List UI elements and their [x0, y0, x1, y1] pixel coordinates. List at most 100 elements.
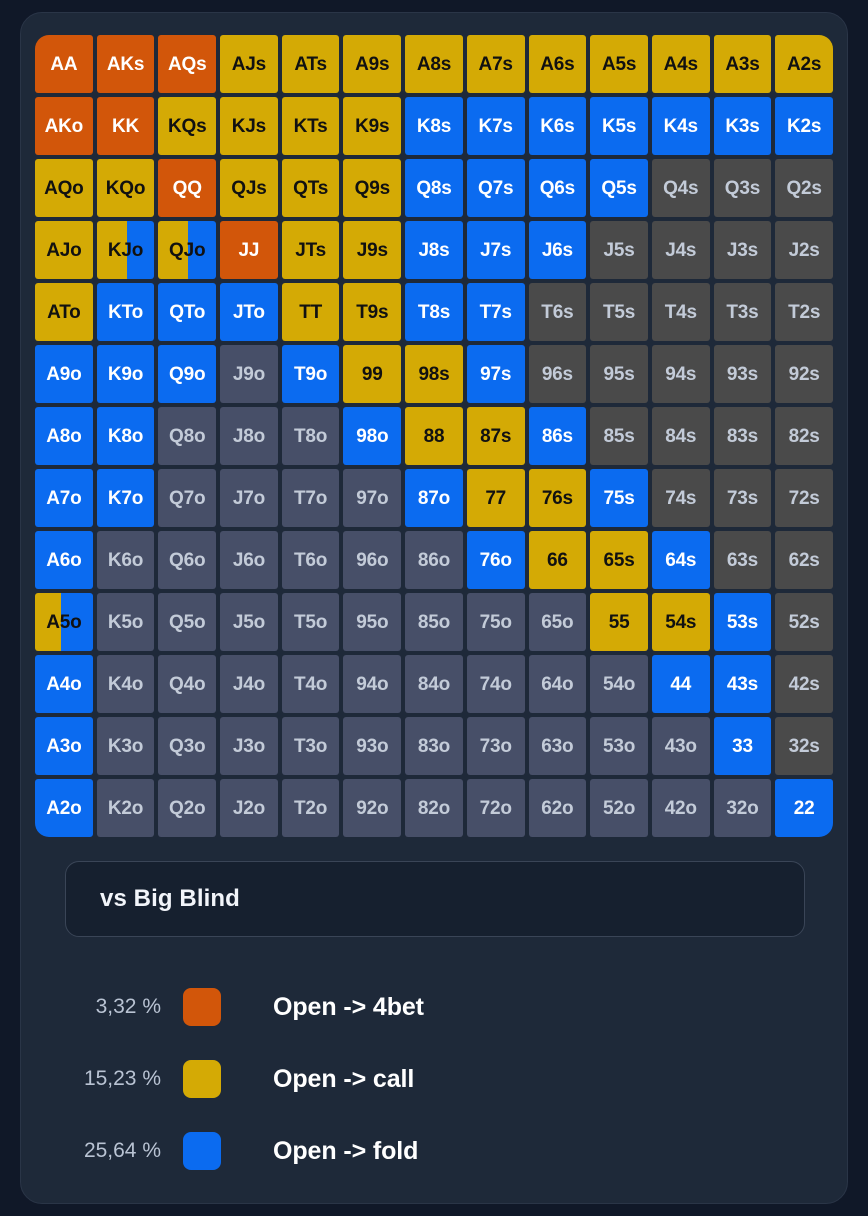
range-cell-T6o[interactable]: T6o [281, 531, 340, 589]
range-cell-J8s[interactable]: J8s [405, 221, 463, 279]
range-cell-T7s[interactable]: T7s [466, 283, 525, 341]
range-cell-J7s[interactable]: J7s [466, 221, 525, 279]
range-cell-54o[interactable]: 54o [590, 655, 648, 713]
range-cell-J6o[interactable]: J6o [220, 531, 278, 589]
range-cell-63o[interactable]: 63o [528, 717, 587, 775]
range-cell-43o[interactable]: 43o [651, 717, 710, 775]
range-cell-T6s[interactable]: T6s [528, 283, 587, 341]
range-cell-KJs[interactable]: KJs [220, 97, 278, 155]
range-cell-88[interactable]: 88 [405, 407, 463, 465]
range-cell-83o[interactable]: 83o [405, 717, 463, 775]
range-cell-J7o[interactable]: J7o [220, 469, 278, 527]
range-cell-Q6s[interactable]: Q6s [528, 159, 587, 217]
range-cell-Q8s[interactable]: Q8s [405, 159, 463, 217]
range-cell-A2s[interactable]: A2s [775, 35, 833, 93]
range-cell-T8s[interactable]: T8s [405, 283, 463, 341]
range-cell-K3s[interactable]: K3s [713, 97, 772, 155]
range-cell-54s[interactable]: 54s [651, 593, 710, 651]
range-cell-A4s[interactable]: A4s [651, 35, 710, 93]
range-cell-A4o[interactable]: A4o [35, 655, 93, 713]
range-cell-J4s[interactable]: J4s [651, 221, 710, 279]
poker-range-grid[interactable]: AA AKs AQs AJs ATs A9s A8s A7s A6s A5s A4s A3s A2s AK… [33, 33, 835, 839]
range-cell-T7o[interactable]: T7o [281, 469, 340, 527]
range-cell-JJ[interactable]: JJ [220, 221, 278, 279]
range-cell-73s[interactable]: 73s [713, 469, 772, 527]
range-cell-T5s[interactable]: T5s [590, 283, 648, 341]
range-cell-J9s[interactable]: J9s [343, 221, 402, 279]
range-cell-63s[interactable]: 63s [713, 531, 772, 589]
range-cell-82o[interactable]: 82o [405, 779, 463, 837]
range-cell-J2o[interactable]: J2o [220, 779, 278, 837]
range-cell-64o[interactable]: 64o [528, 655, 587, 713]
range-cell-K6o[interactable]: K6o [96, 531, 155, 589]
range-cell-Q3s[interactable]: Q3s [713, 159, 772, 217]
range-cell-72o[interactable]: 72o [466, 779, 525, 837]
range-cell-32o[interactable]: 32o [713, 779, 772, 837]
range-cell-Q4s[interactable]: Q4s [651, 159, 710, 217]
range-cell-66[interactable]: 66 [528, 531, 587, 589]
range-cell-33[interactable]: 33 [713, 717, 772, 775]
range-cell-T4o[interactable]: T4o [281, 655, 340, 713]
range-cell-J3s[interactable]: J3s [713, 221, 772, 279]
range-cell-ATo[interactable]: ATo [35, 283, 93, 341]
range-cell-AKs[interactable]: AKs [96, 35, 155, 93]
range-cell-K7s[interactable]: K7s [466, 97, 525, 155]
range-cell-75s[interactable]: 75s [590, 469, 648, 527]
range-cell-A8s[interactable]: A8s [405, 35, 463, 93]
range-cell-K5o[interactable]: K5o [96, 593, 155, 651]
range-cell-Q6o[interactable]: Q6o [158, 531, 217, 589]
range-cell-K9o[interactable]: K9o [96, 345, 155, 403]
range-cell-T3s[interactable]: T3s [713, 283, 772, 341]
range-cell-K2o[interactable]: K2o [96, 779, 155, 837]
range-cell-74o[interactable]: 74o [466, 655, 525, 713]
range-cell-83s[interactable]: 83s [713, 407, 772, 465]
range-cell-A5s[interactable]: A5s [590, 35, 648, 93]
range-cell-98s[interactable]: 98s [405, 345, 463, 403]
range-cell-K4o[interactable]: K4o [96, 655, 155, 713]
range-cell-K8s[interactable]: K8s [405, 97, 463, 155]
range-cell-Q9s[interactable]: Q9s [343, 159, 402, 217]
range-cell-T5o[interactable]: T5o [281, 593, 340, 651]
range-cell-T9o[interactable]: T9o [281, 345, 340, 403]
range-cell-93s[interactable]: 93s [713, 345, 772, 403]
range-cell-96o[interactable]: 96o [343, 531, 402, 589]
range-cell-55[interactable]: 55 [590, 593, 648, 651]
range-cell-32s[interactable]: 32s [775, 717, 833, 775]
range-cell-T9s[interactable]: T9s [343, 283, 402, 341]
range-cell-K6s[interactable]: K6s [528, 97, 587, 155]
range-cell-99[interactable]: 99 [343, 345, 402, 403]
range-cell-53o[interactable]: 53o [590, 717, 648, 775]
range-cell-87s[interactable]: 87s [466, 407, 525, 465]
range-cell-85s[interactable]: 85s [590, 407, 648, 465]
range-cell-QTo[interactable]: QTo [158, 283, 217, 341]
range-cell-A7s[interactable]: A7s [466, 35, 525, 93]
range-cell-KQo[interactable]: KQo [96, 159, 155, 217]
range-cell-86s[interactable]: 86s [528, 407, 587, 465]
range-cell-JTs[interactable]: JTs [281, 221, 340, 279]
range-cell-64s[interactable]: 64s [651, 531, 710, 589]
range-cell-96s[interactable]: 96s [528, 345, 587, 403]
range-cell-77[interactable]: 77 [466, 469, 525, 527]
range-cell-A2o[interactable]: A2o [35, 779, 93, 837]
range-cell-76o[interactable]: 76o [466, 531, 525, 589]
range-cell-Q3o[interactable]: Q3o [158, 717, 217, 775]
range-cell-T8o[interactable]: T8o [281, 407, 340, 465]
range-cell-QJs[interactable]: QJs [220, 159, 278, 217]
range-cell-Q2s[interactable]: Q2s [775, 159, 833, 217]
range-cell-T4s[interactable]: T4s [651, 283, 710, 341]
range-cell-44[interactable]: 44 [651, 655, 710, 713]
range-cell-J8o[interactable]: J8o [220, 407, 278, 465]
range-cell-AA[interactable]: AA [35, 35, 93, 93]
range-cell-86o[interactable]: 86o [405, 531, 463, 589]
range-cell-TT[interactable]: TT [281, 283, 340, 341]
range-cell-A7o[interactable]: A7o [35, 469, 93, 527]
range-cell-J5s[interactable]: J5s [590, 221, 648, 279]
range-cell-JTo[interactable]: JTo [220, 283, 278, 341]
range-cell-62o[interactable]: 62o [528, 779, 587, 837]
range-cell-Q2o[interactable]: Q2o [158, 779, 217, 837]
range-cell-93o[interactable]: 93o [343, 717, 402, 775]
position-selector[interactable]: vs Big Blind [65, 861, 805, 937]
range-cell-Q8o[interactable]: Q8o [158, 407, 217, 465]
range-cell-65o[interactable]: 65o [528, 593, 587, 651]
range-cell-76s[interactable]: 76s [528, 469, 587, 527]
